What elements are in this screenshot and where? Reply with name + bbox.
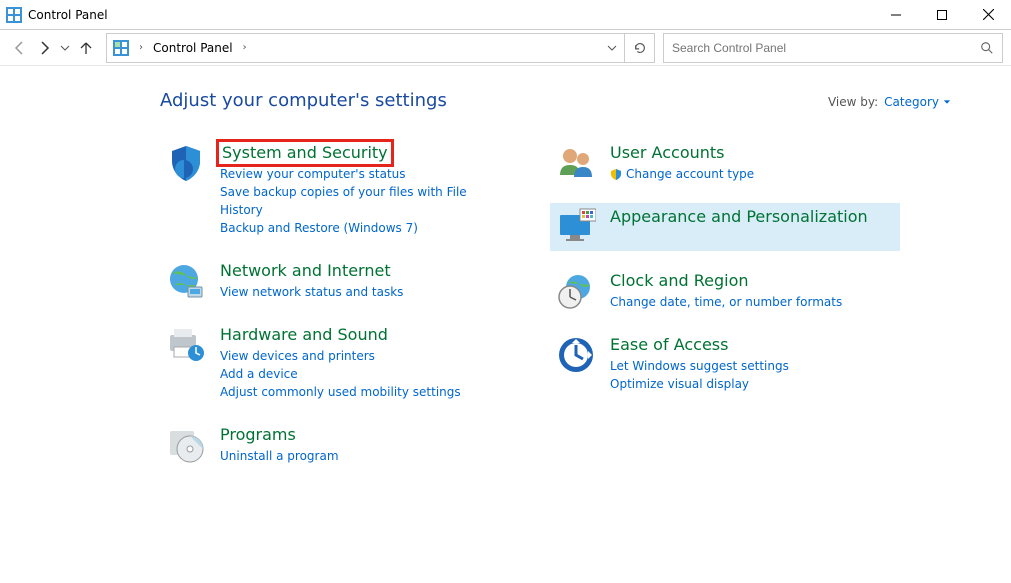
category-title[interactable]: Appearance and Personalization	[610, 207, 868, 227]
header-row: Adjust your computer's settings View by:…	[160, 90, 951, 111]
sub-link[interactable]: Change date, time, or number formats	[610, 293, 842, 311]
view-by-dropdown[interactable]: Category	[884, 95, 951, 109]
control-panel-icon	[6, 7, 22, 23]
category-appearance[interactable]: Appearance and Personalization	[550, 203, 900, 251]
category-network[interactable]: Network and Internet View network status…	[160, 257, 490, 305]
view-by-value: Category	[884, 95, 939, 109]
globe-icon	[166, 261, 206, 301]
column-right: User Accounts Change account type Appear…	[550, 139, 900, 469]
breadcrumb-root[interactable]: Control Panel	[153, 41, 233, 55]
control-panel-icon	[113, 40, 129, 56]
sub-link[interactable]: Save backup copies of your files with Fi…	[220, 183, 484, 219]
category-system-security[interactable]: System and Security Review your computer…	[160, 139, 490, 241]
content: Adjust your computer's settings View by:…	[0, 66, 1011, 469]
search-box[interactable]	[663, 33, 1003, 63]
category-user-accounts[interactable]: User Accounts Change account type	[550, 139, 900, 187]
sub-link[interactable]: Let Windows suggest settings	[610, 357, 789, 375]
sub-link[interactable]: Uninstall a program	[220, 447, 339, 465]
chevron-down-icon	[943, 98, 951, 106]
nav-arrows	[8, 40, 98, 56]
category-title[interactable]: User Accounts	[610, 143, 754, 163]
sub-link[interactable]: Change account type	[610, 165, 754, 183]
printer-icon	[166, 325, 206, 365]
search-icon[interactable]	[980, 41, 994, 55]
column-left: System and Security Review your computer…	[160, 139, 490, 469]
recent-dropdown[interactable]	[60, 43, 70, 53]
address-bar-wrap: › Control Panel ›	[106, 33, 655, 63]
up-button[interactable]	[78, 40, 94, 56]
shield-icon	[166, 143, 206, 183]
view-by-label: View by:	[828, 95, 878, 109]
category-title[interactable]: System and Security	[220, 143, 390, 163]
categories: System and Security Review your computer…	[160, 139, 951, 469]
sub-link[interactable]: Adjust commonly used mobility settings	[220, 383, 461, 401]
category-title[interactable]: Programs	[220, 425, 339, 445]
category-clock-region[interactable]: Clock and Region Change date, time, or n…	[550, 267, 900, 315]
category-title[interactable]: Clock and Region	[610, 271, 842, 291]
clock-globe-icon	[556, 271, 596, 311]
disc-icon	[166, 425, 206, 465]
sub-link[interactable]: Backup and Restore (Windows 7)	[220, 219, 484, 237]
close-button[interactable]	[965, 0, 1011, 30]
category-title[interactable]: Ease of Access	[610, 335, 789, 355]
users-icon	[556, 143, 596, 183]
search-input[interactable]	[672, 41, 980, 55]
refresh-button[interactable]	[624, 34, 654, 62]
category-title[interactable]: Hardware and Sound	[220, 325, 461, 345]
sub-link[interactable]: View devices and printers	[220, 347, 461, 365]
monitor-icon	[556, 207, 596, 247]
minimize-button[interactable]	[873, 0, 919, 30]
maximize-button[interactable]	[919, 0, 965, 30]
sub-link[interactable]: View network status and tasks	[220, 283, 403, 301]
category-programs[interactable]: Programs Uninstall a program	[160, 421, 490, 469]
view-by: View by: Category	[828, 95, 951, 109]
page-heading: Adjust your computer's settings	[160, 90, 447, 111]
category-title[interactable]: Network and Internet	[220, 261, 403, 281]
category-ease-of-access[interactable]: Ease of Access Let Windows suggest setti…	[550, 331, 900, 397]
ease-of-access-icon	[556, 335, 596, 375]
sub-link[interactable]: Add a device	[220, 365, 461, 383]
toolbar: › Control Panel ›	[0, 30, 1011, 66]
back-button[interactable]	[12, 40, 28, 56]
breadcrumb-chevron[interactable]: ›	[239, 42, 251, 53]
titlebar: Control Panel	[0, 0, 1011, 30]
address-bar[interactable]: › Control Panel ›	[107, 40, 600, 56]
forward-button[interactable]	[36, 40, 52, 56]
uac-shield-icon	[610, 168, 622, 180]
sub-link-label: Change account type	[626, 165, 754, 183]
address-dropdown[interactable]	[600, 34, 624, 62]
category-hardware[interactable]: Hardware and Sound View devices and prin…	[160, 321, 490, 405]
sub-link[interactable]: Optimize visual display	[610, 375, 789, 393]
sub-link[interactable]: Review your computer's status	[220, 165, 484, 183]
breadcrumb-chevron[interactable]: ›	[135, 42, 147, 53]
window-title: Control Panel	[28, 8, 108, 22]
window-controls	[873, 0, 1011, 30]
